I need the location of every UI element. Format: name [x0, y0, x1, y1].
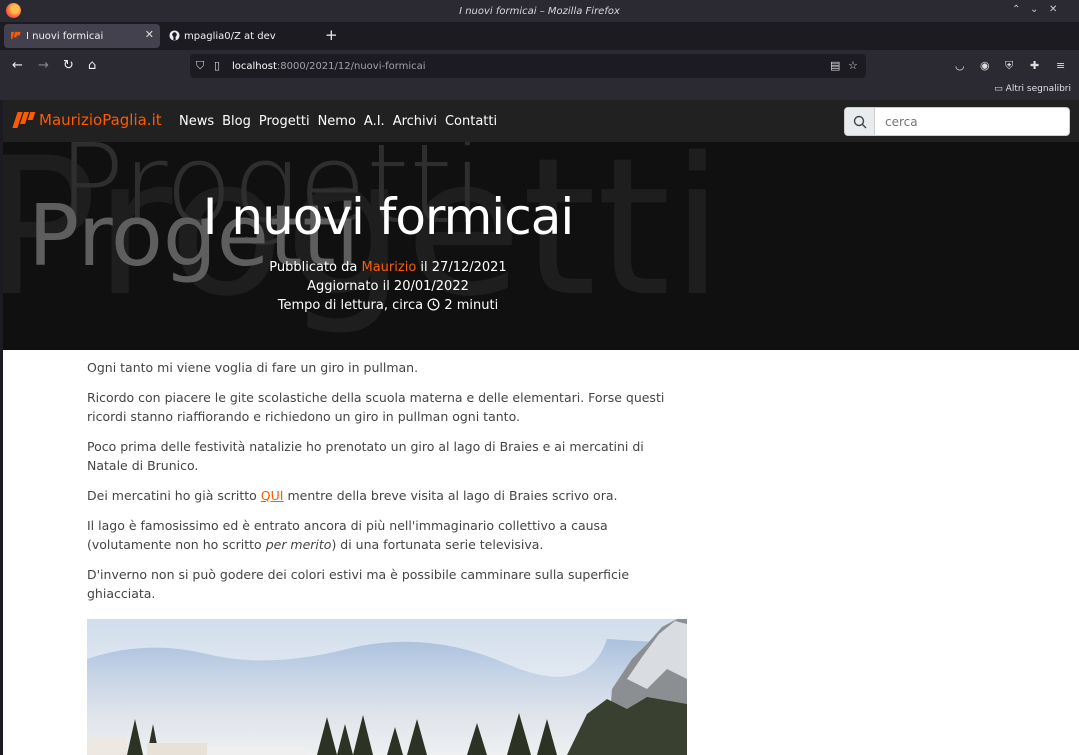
- site-logo[interactable]: MaurizioPaglia.it: [12, 111, 162, 129]
- window-title: I nuovi formicai – Mozilla Firefox: [459, 5, 620, 17]
- clock-icon: [427, 298, 440, 311]
- tab-close-icon[interactable]: ✕: [145, 28, 154, 41]
- reading-prefix: Tempo di lettura, circa: [277, 298, 424, 313]
- web-page: MaurizioPaglia.it News Blog Progetti Nem…: [3, 100, 1079, 755]
- paragraph-1: Ogni tanto mi viene voglia di fare un gi…: [87, 360, 419, 375]
- updated-line: Aggiornato il 20/01/2022: [307, 279, 469, 294]
- url-path: :8000/2021/12/nuovi-formicai: [276, 60, 426, 72]
- bookmarks-label: Altri segnalibri: [1005, 84, 1071, 94]
- tab-github[interactable]: mpaglia0/Z at dev: [162, 24, 318, 48]
- paragraph-3: Poco prima delle festività natalizie ho …: [87, 439, 644, 473]
- author-link[interactable]: Maurizio: [362, 260, 417, 275]
- p4-text-post: mentre della breve visita al lago di Bra…: [287, 488, 618, 503]
- page-info-icon[interactable]: ▯: [214, 59, 220, 72]
- article-title: I nuovi formicai: [202, 188, 574, 246]
- window-titlebar: I nuovi formicai – Mozilla Firefox ⌃ ⌄ ✕: [0, 0, 1079, 22]
- minimize-icon[interactable]: ⌃: [1012, 4, 1020, 15]
- github-icon: [169, 30, 180, 41]
- paragraph-2: Ricordo con piacere le gite scolastiche …: [87, 390, 665, 424]
- folder-icon: ▭: [994, 84, 1006, 94]
- paragraph-4: Dei mercatini ho già scritto QUI mentre …: [87, 486, 687, 505]
- shield-icon[interactable]: ⛉: [196, 59, 204, 73]
- url-bar[interactable]: ⛉ ▯ localhost:8000/2021/12/nuovi-formica…: [190, 54, 866, 78]
- menu-icon[interactable]: ≡: [1056, 59, 1065, 72]
- logo-text: MaurizioPaglia.it: [39, 111, 162, 129]
- paragraph-5: Il lago è famosissimo ed è entrato ancor…: [87, 516, 687, 554]
- site-favicon-icon: [11, 31, 21, 40]
- url-host: localhost: [232, 60, 277, 72]
- published-prefix: Pubblicato da: [269, 260, 358, 275]
- p4-text-pre: Dei mercatini ho già scritto: [87, 488, 257, 503]
- published-date: il 27/12/2021: [420, 260, 507, 275]
- search-input[interactable]: [875, 108, 1065, 135]
- site-navbar: MaurizioPaglia.it News Blog Progetti Nem…: [3, 100, 1079, 142]
- menu-news[interactable]: News: [179, 114, 214, 129]
- browser-window: I nuovi formicai – Mozilla Firefox ⌃ ⌄ ✕…: [0, 0, 1079, 755]
- menu-archivi[interactable]: Archivi: [393, 114, 437, 129]
- menu-ai[interactable]: A.I.: [364, 114, 385, 129]
- logo-mark-icon: [12, 112, 36, 128]
- bookmarks-toolbar: ▭ Altri segnalibri: [0, 82, 1079, 100]
- home-icon[interactable]: ⌂: [88, 58, 96, 73]
- reader-view-icon[interactable]: ▤: [830, 59, 840, 72]
- qui-link[interactable]: QUI: [261, 488, 284, 503]
- account-icon[interactable]: ◉: [980, 59, 990, 72]
- reload-icon[interactable]: ↻: [63, 58, 74, 73]
- site-search: [844, 107, 1070, 136]
- lake-braies-image: [87, 619, 687, 755]
- window-close-icon[interactable]: ✕: [1049, 4, 1057, 15]
- maximize-icon[interactable]: ⌄: [1030, 4, 1038, 15]
- article-body: Ogni tanto mi viene voglia di fare un gi…: [87, 358, 687, 614]
- reading-time: 2 minuti: [444, 298, 499, 313]
- paragraph-6: D'inverno non si può godere dei colori e…: [87, 567, 630, 601]
- bookmark-star-icon[interactable]: ☆: [848, 59, 858, 72]
- navigation-toolbar: ← → ↻ ⌂ ⛉ ▯ localhost:8000/2021/12/nuovi…: [0, 50, 1079, 82]
- tab-label: I nuovi formicai: [26, 30, 104, 42]
- pocket-icon[interactable]: ◡: [955, 59, 965, 72]
- other-bookmarks[interactable]: ▭ Altri segnalibri: [994, 84, 1071, 94]
- menu-contatti[interactable]: Contatti: [445, 114, 497, 129]
- search-icon[interactable]: [845, 108, 875, 135]
- menu-progetti[interactable]: Progetti: [259, 114, 310, 129]
- menu-blog[interactable]: Blog: [222, 114, 251, 129]
- site-menu: News Blog Progetti Nemo A.I. Archivi Con…: [179, 114, 505, 129]
- extensions-icon[interactable]: ✚: [1030, 59, 1039, 72]
- tab-bar: I nuovi formicai ✕ mpaglia0/Z at dev +: [0, 22, 1079, 50]
- reading-time-line: Tempo di lettura, circa 2 minuti: [3, 298, 773, 313]
- back-icon[interactable]: ←: [12, 58, 23, 73]
- tab-label: mpaglia0/Z at dev: [184, 30, 276, 42]
- tab-nuovi-formicai[interactable]: I nuovi formicai ✕: [4, 24, 160, 48]
- extension-shield-icon[interactable]: ⛨: [1005, 59, 1013, 73]
- published-line: Pubblicato da Maurizio il 27/12/2021: [3, 260, 773, 275]
- menu-nemo[interactable]: Nemo: [318, 114, 356, 129]
- article-hero: Progetti Progetti Progetti I nuovi formi…: [3, 142, 1079, 350]
- forward-icon[interactable]: →: [38, 58, 49, 73]
- new-tab-icon[interactable]: +: [325, 26, 338, 44]
- article-photo: [87, 619, 687, 755]
- firefox-logo-icon: [6, 3, 21, 18]
- p5-emphasis: per merito: [265, 537, 332, 552]
- p5-text-post: ) di una fortunata serie televisiva.: [331, 537, 544, 552]
